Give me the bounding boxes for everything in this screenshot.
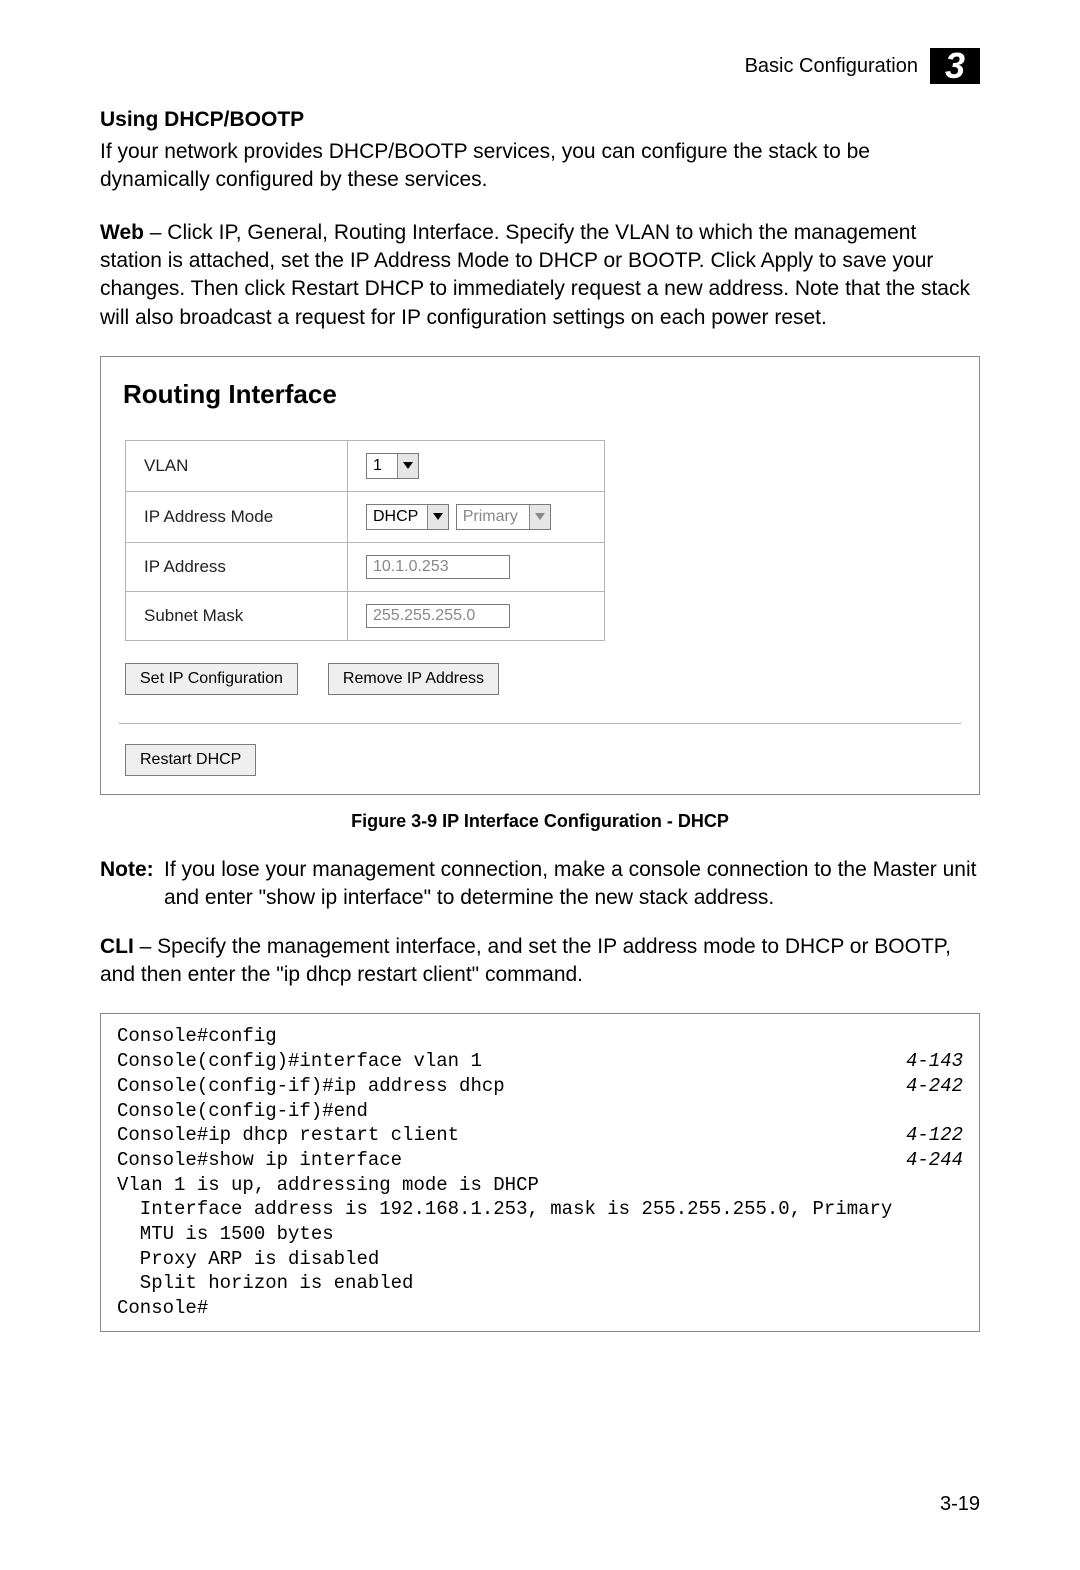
cli-line: Console#ip dhcp restart client	[117, 1123, 459, 1148]
subnet-mask-input[interactable]	[366, 604, 510, 628]
mode-label: IP Address Mode	[126, 492, 348, 543]
cli-ref: 4-143	[906, 1049, 963, 1074]
mask-label: Subnet Mask	[126, 592, 348, 641]
header-section-name: Basic Configuration	[745, 55, 918, 78]
set-ip-configuration-button[interactable]: Set IP Configuration	[125, 663, 298, 695]
cli-line: Console#	[117, 1296, 208, 1321]
web-label: Web	[100, 221, 144, 244]
chapter-number-badge: 3	[930, 48, 980, 84]
vlan-label: VLAN	[126, 441, 348, 492]
web-paragraph: Web – Click IP, General, Routing Interfa…	[100, 219, 980, 332]
cli-line: Interface address is 192.168.1.253, mask…	[117, 1197, 892, 1222]
vlan-select[interactable]: 1	[366, 453, 419, 479]
restart-dhcp-button[interactable]: Restart DHCP	[125, 744, 256, 776]
intro-paragraph: If your network provides DHCP/BOOTP serv…	[100, 138, 980, 195]
cli-line: Console(config)#interface vlan 1	[117, 1049, 482, 1074]
note-label: Note:	[100, 856, 164, 913]
routing-interface-figure: Routing Interface VLAN 1 IP Address	[100, 356, 980, 795]
page-header: Basic Configuration 3	[745, 48, 980, 84]
cli-line: MTU is 1500 bytes	[117, 1222, 334, 1247]
figure-caption: Figure 3-9 IP Interface Configuration - …	[100, 811, 980, 832]
row-vlan: VLAN 1	[126, 441, 605, 492]
cli-line: Console#show ip interface	[117, 1148, 402, 1173]
row-ip-address-mode: IP Address Mode DHCP Primary	[126, 492, 605, 543]
cli-ref: 4-242	[906, 1074, 963, 1099]
cli-output-block: Console#configConsole(config)#interface …	[100, 1013, 980, 1331]
mode-type-select: Primary	[456, 504, 551, 530]
vlan-select-value: 1	[367, 454, 397, 478]
mode-select-value: DHCP	[367, 505, 427, 529]
row-subnet-mask: Subnet Mask	[126, 592, 605, 641]
cli-body: – Specify the management interface, and …	[100, 935, 951, 986]
cli-line: Console#config	[117, 1024, 277, 1049]
remove-ip-address-button[interactable]: Remove IP Address	[328, 663, 499, 695]
config-form-table: VLAN 1 IP Address Mode DH	[125, 440, 605, 641]
cli-line: Console(config-if)#end	[117, 1099, 368, 1124]
section-heading: Using DHCP/BOOTP	[100, 108, 980, 132]
cli-line: Split horizon is enabled	[117, 1271, 413, 1296]
divider	[119, 723, 961, 724]
cli-line: Console(config-if)#ip address dhcp	[117, 1074, 505, 1099]
chevron-down-icon	[397, 454, 418, 478]
page-number: 3-19	[940, 1493, 980, 1516]
cli-label: CLI	[100, 935, 134, 958]
row-ip-address: IP Address	[126, 543, 605, 592]
ip-label: IP Address	[126, 543, 348, 592]
mode-type-value: Primary	[457, 505, 529, 529]
cli-line: Proxy ARP is disabled	[117, 1247, 379, 1272]
mode-select[interactable]: DHCP	[366, 504, 449, 530]
web-body: – Click IP, General, Routing Interface. …	[100, 221, 970, 329]
cli-line: Vlan 1 is up, addressing mode is DHCP	[117, 1173, 539, 1198]
chevron-down-icon	[427, 505, 448, 529]
cli-ref: 4-122	[906, 1123, 963, 1148]
cli-paragraph: CLI – Specify the management interface, …	[100, 933, 980, 990]
chevron-down-icon	[529, 505, 550, 529]
note-body: If you lose your management connection, …	[164, 856, 980, 913]
panel-title: Routing Interface	[123, 379, 961, 410]
cli-ref: 4-244	[906, 1148, 963, 1173]
ip-address-input[interactable]	[366, 555, 510, 579]
note-block: Note: If you lose your management connec…	[100, 856, 980, 913]
